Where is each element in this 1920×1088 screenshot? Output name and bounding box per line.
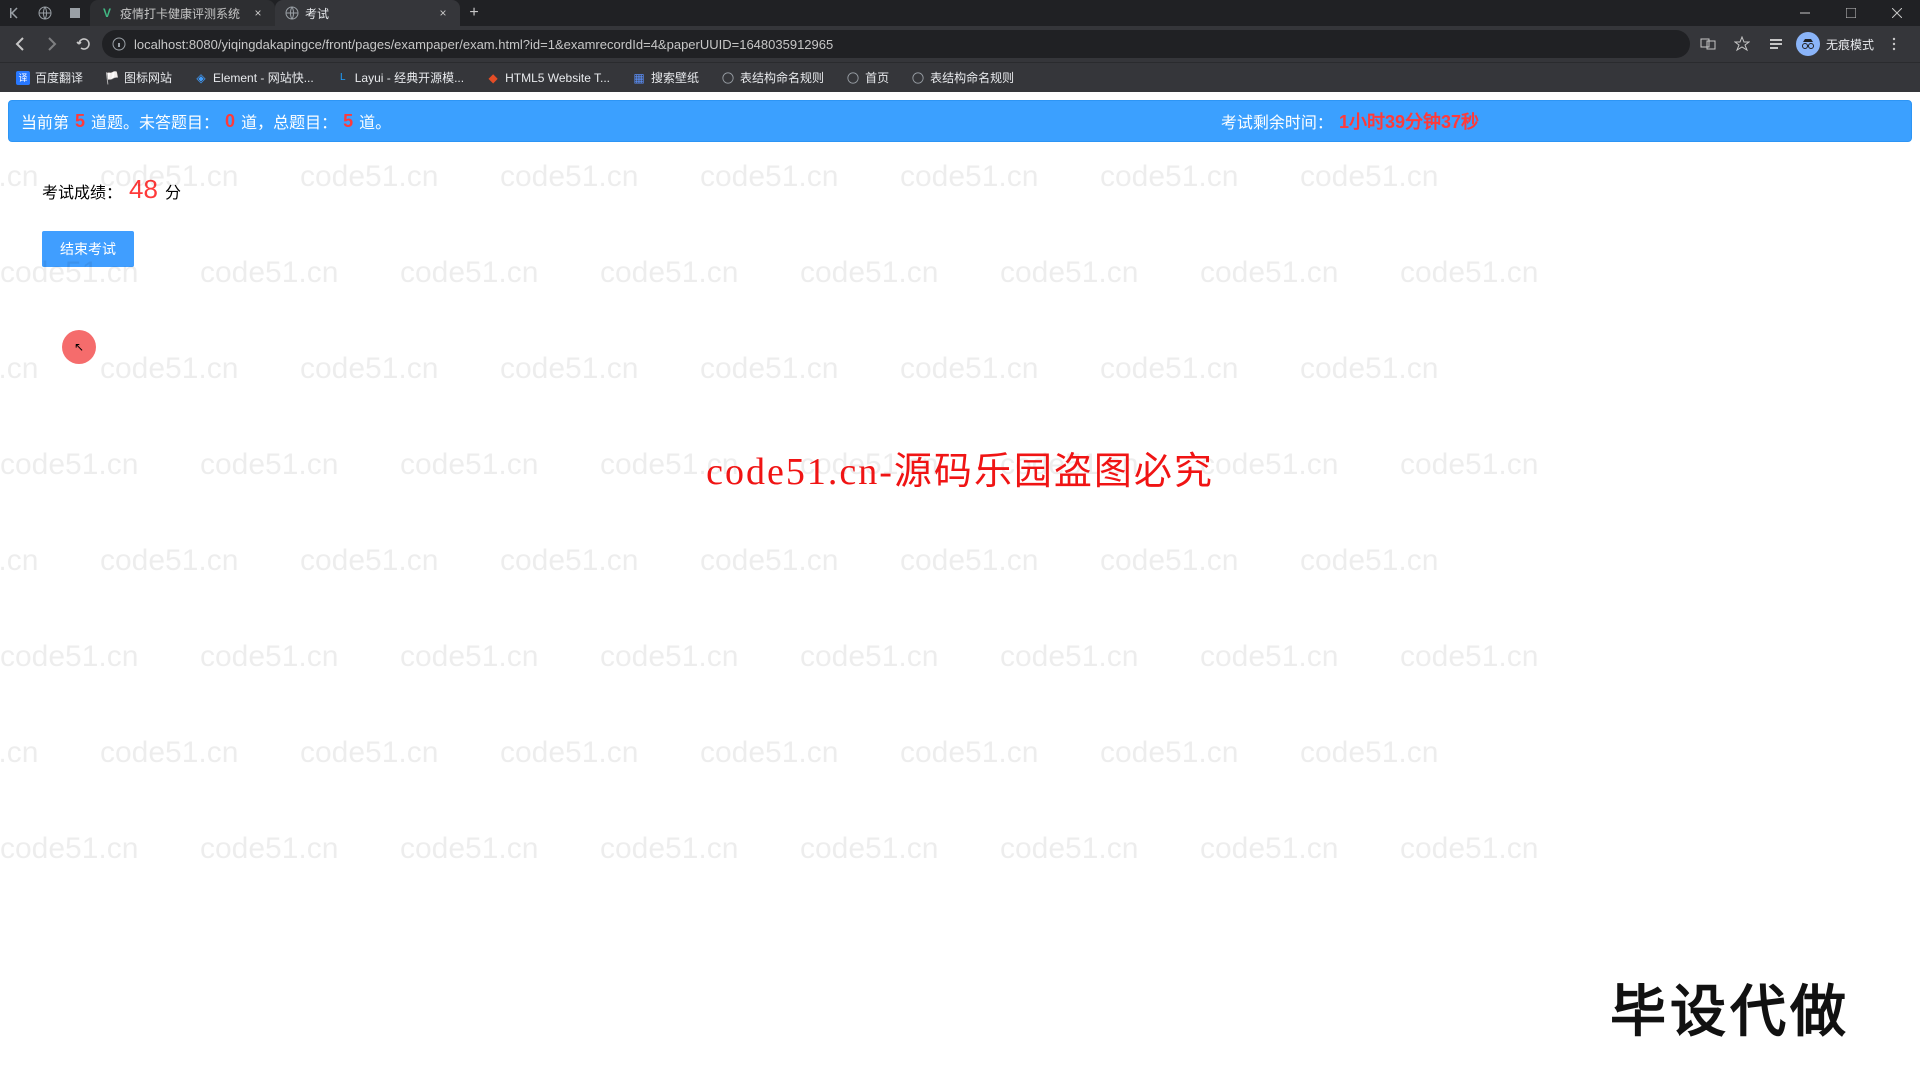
- corner-text: 毕设代做: [1610, 967, 1850, 1048]
- incognito-icon[interactable]: [1796, 32, 1820, 56]
- browser-tabs: V 疫情打卡健康评测系统 × 考试 × +: [90, 0, 488, 26]
- translate-icon[interactable]: [1694, 30, 1722, 58]
- element-icon: ◈: [194, 71, 208, 85]
- back-history-icon[interactable]: [0, 0, 30, 26]
- browser-titlebar: V 疫情打卡健康评测系统 × 考试 × +: [0, 0, 1920, 26]
- page-content: 当前第 5 道题。未答题目： 0 道，总题目： 5 道。 考试剩余时间： 1小时…: [0, 100, 1920, 1088]
- globe-icon: [721, 71, 735, 85]
- bookmark-icons[interactable]: 🏳️ 图标网站: [97, 66, 180, 89]
- reload-button[interactable]: [70, 30, 98, 58]
- total-suffix: 道。: [359, 109, 391, 133]
- bookmark-label: Layui - 经典开源模...: [355, 69, 464, 86]
- bookmark-baidu-translate[interactable]: 译 百度翻译: [8, 66, 91, 89]
- close-icon[interactable]: ×: [251, 6, 265, 20]
- bookmark-label: 首页: [865, 69, 889, 86]
- minimize-button[interactable]: [1782, 0, 1828, 26]
- layui-icon: L: [336, 71, 350, 85]
- tab-health-system[interactable]: V 疫情打卡健康评测系统 ×: [90, 0, 275, 26]
- tab-exam[interactable]: 考试 ×: [275, 0, 460, 26]
- star-icon[interactable]: [1728, 30, 1756, 58]
- tab-title: 考试: [305, 5, 329, 22]
- bookmark-label: 图标网站: [124, 69, 172, 86]
- exam-score: 考试成绩： 48 分: [42, 174, 1920, 205]
- globe-icon: [285, 6, 299, 20]
- globe-icon: [846, 71, 860, 85]
- browser-toolbar: localhost:8080/yiqingdakapingce/front/pa…: [0, 26, 1920, 62]
- bookmark-wallpaper[interactable]: ▦ 搜索壁纸: [624, 66, 707, 89]
- incognito-label: 无痕模式: [1826, 36, 1874, 53]
- forward-button[interactable]: [38, 30, 66, 58]
- score-unit: 分: [165, 179, 181, 203]
- menu-icon[interactable]: [1880, 30, 1908, 58]
- score-value: 48: [126, 174, 161, 205]
- unanswered-number: 0: [221, 111, 239, 132]
- url-text: localhost:8080/yiqingdakapingce/front/pa…: [134, 37, 1680, 52]
- bookmark-home[interactable]: 首页: [838, 66, 897, 89]
- bookmark-favicon: 译: [16, 71, 30, 85]
- square-icon[interactable]: [60, 0, 90, 26]
- end-exam-button[interactable]: 结束考试: [42, 231, 134, 267]
- back-button[interactable]: [6, 30, 34, 58]
- current-question-number: 5: [71, 111, 89, 132]
- total-number: 5: [339, 111, 357, 132]
- current-suffix: 道题。未答题目：: [91, 109, 219, 133]
- close-icon[interactable]: ×: [436, 6, 450, 20]
- bookmark-naming-2[interactable]: 表结构命名规则: [903, 66, 1022, 89]
- watermark-layer: code51.cncode51.cncode51.cncode51.cncode…: [0, 100, 1920, 1088]
- globe-icon[interactable]: [30, 0, 60, 26]
- bookmark-label: Element - 网站快...: [213, 69, 314, 86]
- cursor-icon: ↖: [74, 340, 84, 354]
- maximize-button[interactable]: [1828, 0, 1874, 26]
- bookmark-label: 搜索壁纸: [651, 69, 699, 86]
- bookmark-label: 百度翻译: [35, 69, 83, 86]
- new-tab-button[interactable]: +: [460, 0, 488, 26]
- bookmarks-bar: 译 百度翻译 🏳️ 图标网站 ◈ Element - 网站快... L Layu…: [0, 62, 1920, 92]
- bookmark-label: 表结构命名规则: [740, 69, 824, 86]
- center-warning-text: code51.cn-源码乐园盗图必究: [706, 440, 1214, 495]
- site-info-icon[interactable]: [112, 37, 126, 51]
- close-window-button[interactable]: [1874, 0, 1920, 26]
- current-prefix: 当前第: [21, 109, 69, 133]
- score-label: 考试成绩：: [42, 179, 122, 203]
- bookmark-label: HTML5 Website T...: [505, 71, 610, 85]
- flag-icon: 🏳️: [105, 71, 119, 85]
- bookmark-naming-1[interactable]: 表结构命名规则: [713, 66, 832, 89]
- exam-status-bar: 当前第 5 道题。未答题目： 0 道，总题目： 5 道。 考试剩余时间： 1小时…: [8, 100, 1912, 142]
- vue-icon: V: [100, 6, 114, 20]
- tab-title: 疫情打卡健康评测系统: [120, 5, 240, 22]
- list-icon[interactable]: [1762, 30, 1790, 58]
- bookmark-html5[interactable]: ◆ HTML5 Website T...: [478, 68, 618, 88]
- time-label: 考试剩余时间：: [1221, 109, 1333, 133]
- wallpaper-icon: ▦: [632, 71, 646, 85]
- bookmark-layui[interactable]: L Layui - 经典开源模...: [328, 66, 472, 89]
- cursor-highlight: ↖: [62, 330, 96, 364]
- window-controls: [1782, 0, 1920, 26]
- unanswered-suffix: 道，总题目：: [241, 109, 337, 133]
- html5-icon: ◆: [486, 71, 500, 85]
- bookmark-label: 表结构命名规则: [930, 69, 1014, 86]
- address-bar[interactable]: localhost:8080/yiqingdakapingce/front/pa…: [102, 30, 1690, 58]
- bookmark-element[interactable]: ◈ Element - 网站快...: [186, 66, 322, 89]
- globe-icon: [911, 71, 925, 85]
- time-remaining: 1小时39分钟37秒: [1339, 108, 1479, 134]
